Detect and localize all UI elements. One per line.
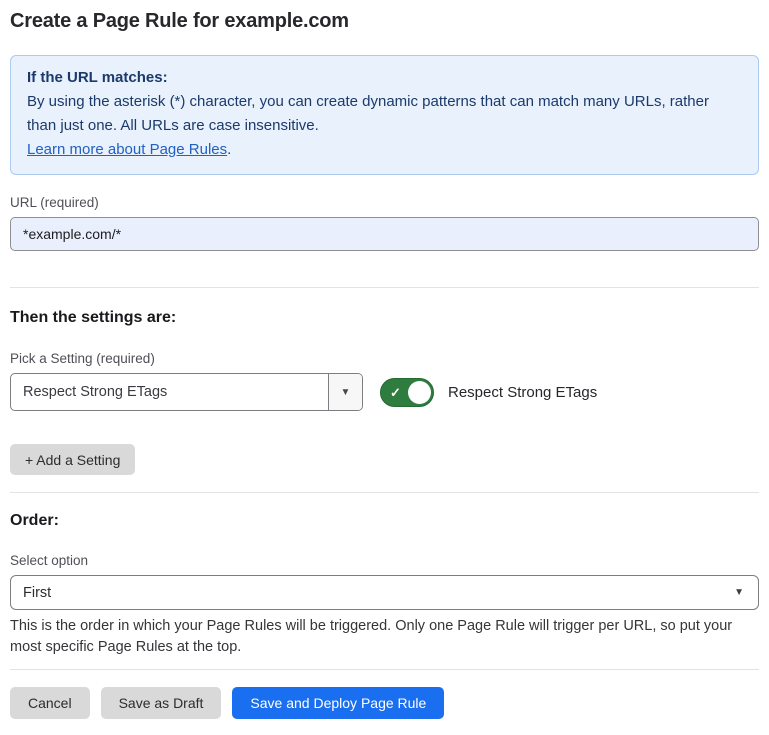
page-title: Create a Page Rule for example.com — [10, 10, 759, 33]
order-section-heading: Order: — [10, 512, 759, 530]
order-select[interactable]: First ▼ — [10, 575, 759, 610]
divider — [10, 287, 759, 288]
order-help-text: This is the order in which your Page Rul… — [10, 616, 755, 658]
learn-more-link[interactable]: Learn more about Page Rules — [27, 141, 227, 158]
link-suffix-period: . — [227, 141, 231, 158]
chevron-down-icon: ▼ — [341, 387, 351, 398]
info-callout-heading: If the URL matches: — [27, 66, 742, 90]
create-page-rule-form: Create a Page Rule for example.com If th… — [0, 0, 769, 719]
order-select-value: First — [23, 585, 51, 601]
url-input[interactable] — [10, 217, 759, 251]
toggle-label: Respect Strong ETags — [448, 384, 597, 401]
order-select-label: Select option — [10, 553, 759, 568]
setting-dropdown[interactable]: Respect Strong ETags ▼ — [10, 373, 363, 411]
divider — [10, 669, 759, 670]
info-callout-body: By using the asterisk (*) character, you… — [27, 90, 742, 138]
check-icon: ✓ — [390, 386, 401, 399]
footer-actions: Cancel Save as Draft Save and Deploy Pag… — [10, 687, 759, 719]
divider — [10, 492, 759, 493]
info-callout-link-line: Learn more about Page Rules. — [27, 138, 742, 162]
settings-section-heading: Then the settings are: — [10, 309, 759, 327]
respect-strong-etags-toggle[interactable]: ✓ — [380, 378, 434, 407]
setting-row: Respect Strong ETags ▼ ✓ Respect Strong … — [10, 373, 759, 411]
url-field-label: URL (required) — [10, 195, 759, 210]
chevron-down-icon: ▼ — [734, 587, 744, 598]
dropdown-arrow-button[interactable]: ▼ — [328, 374, 362, 410]
cancel-button[interactable]: Cancel — [10, 687, 90, 719]
toggle-knob — [408, 381, 431, 404]
pick-setting-label: Pick a Setting (required) — [10, 351, 759, 366]
setting-dropdown-value: Respect Strong ETags — [11, 374, 328, 410]
save-as-draft-button[interactable]: Save as Draft — [101, 687, 222, 719]
url-match-info-callout: If the URL matches: By using the asteris… — [10, 55, 759, 175]
save-and-deploy-button[interactable]: Save and Deploy Page Rule — [232, 687, 444, 719]
add-setting-button[interactable]: + Add a Setting — [10, 444, 135, 475]
